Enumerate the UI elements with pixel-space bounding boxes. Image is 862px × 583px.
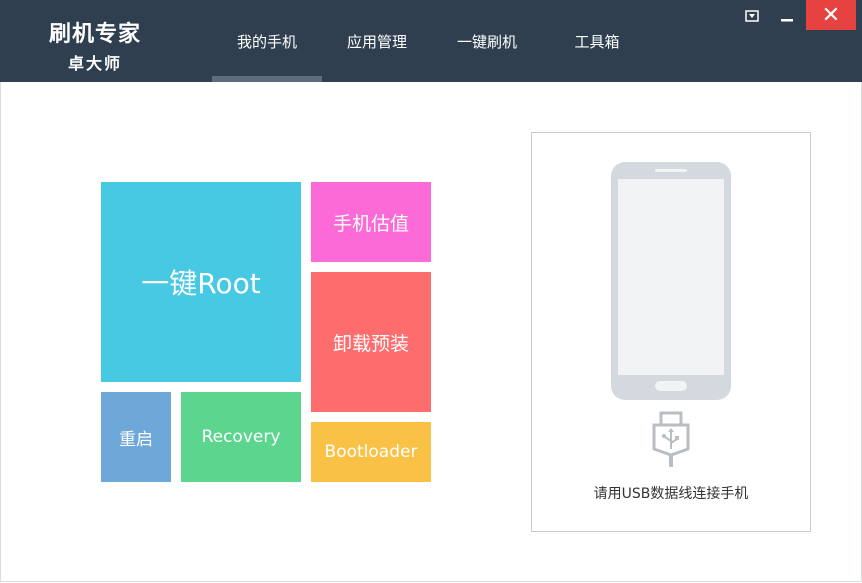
reboot-label: 重启 — [119, 429, 153, 450]
minimize-button[interactable] — [777, 6, 797, 26]
tab-my-phone[interactable]: 我的手机 — [212, 0, 322, 82]
usb-connect-hint: 请用USB数据线连接手机 — [593, 486, 749, 502]
one-click-root-tile[interactable]: 一键Root — [101, 182, 301, 382]
app-subtitle: 卓大师 — [67, 54, 122, 73]
dropdown-arrow-icon — [745, 10, 759, 22]
tab-app-management[interactable]: 应用管理 — [322, 0, 432, 82]
tab-toolbox[interactable]: 工具箱 — [542, 0, 652, 82]
one-click-root-label: 一键Root — [141, 267, 261, 300]
phone-icon — [611, 162, 731, 400]
menu-dropdown-button[interactable] — [742, 6, 762, 26]
header-bar: 刷机专家 卓大师 我的手机 应用管理 一键刷机 工具箱 ✕ — [0, 0, 862, 82]
close-button[interactable]: ✕ — [806, 0, 856, 30]
phone-connection-panel: 请用USB数据线连接手机 — [531, 132, 811, 532]
usb-icon — [652, 411, 690, 467]
recovery-tile[interactable]: Recovery — [181, 392, 301, 482]
recovery-label: Recovery — [201, 427, 281, 447]
phone-valuation-tile[interactable]: 手机估值 — [311, 182, 431, 262]
uninstall-preinstalled-label: 卸载预装 — [332, 332, 409, 355]
app-title: 刷机专家 — [48, 22, 141, 47]
tab-one-click-flash[interactable]: 一键刷机 — [432, 0, 542, 82]
bootloader-label: Bootloader — [324, 442, 418, 462]
reboot-tile[interactable]: 重启 — [101, 392, 171, 482]
main-nav: 我的手机 应用管理 一键刷机 工具箱 — [212, 0, 652, 82]
uninstall-preinstalled-tile[interactable]: 卸载预装 — [311, 272, 431, 412]
phone-valuation-label: 手机估值 — [332, 212, 409, 235]
close-icon: ✕ — [821, 2, 841, 28]
bootloader-tile[interactable]: Bootloader — [311, 422, 431, 482]
app-logo: 刷机专家 卓大师 — [30, 16, 160, 74]
app-window: 刷机专家 卓大师 我的手机 应用管理 一键刷机 工具箱 ✕ 一键Root 手机估… — [0, 0, 862, 583]
minimize-icon — [781, 19, 793, 22]
